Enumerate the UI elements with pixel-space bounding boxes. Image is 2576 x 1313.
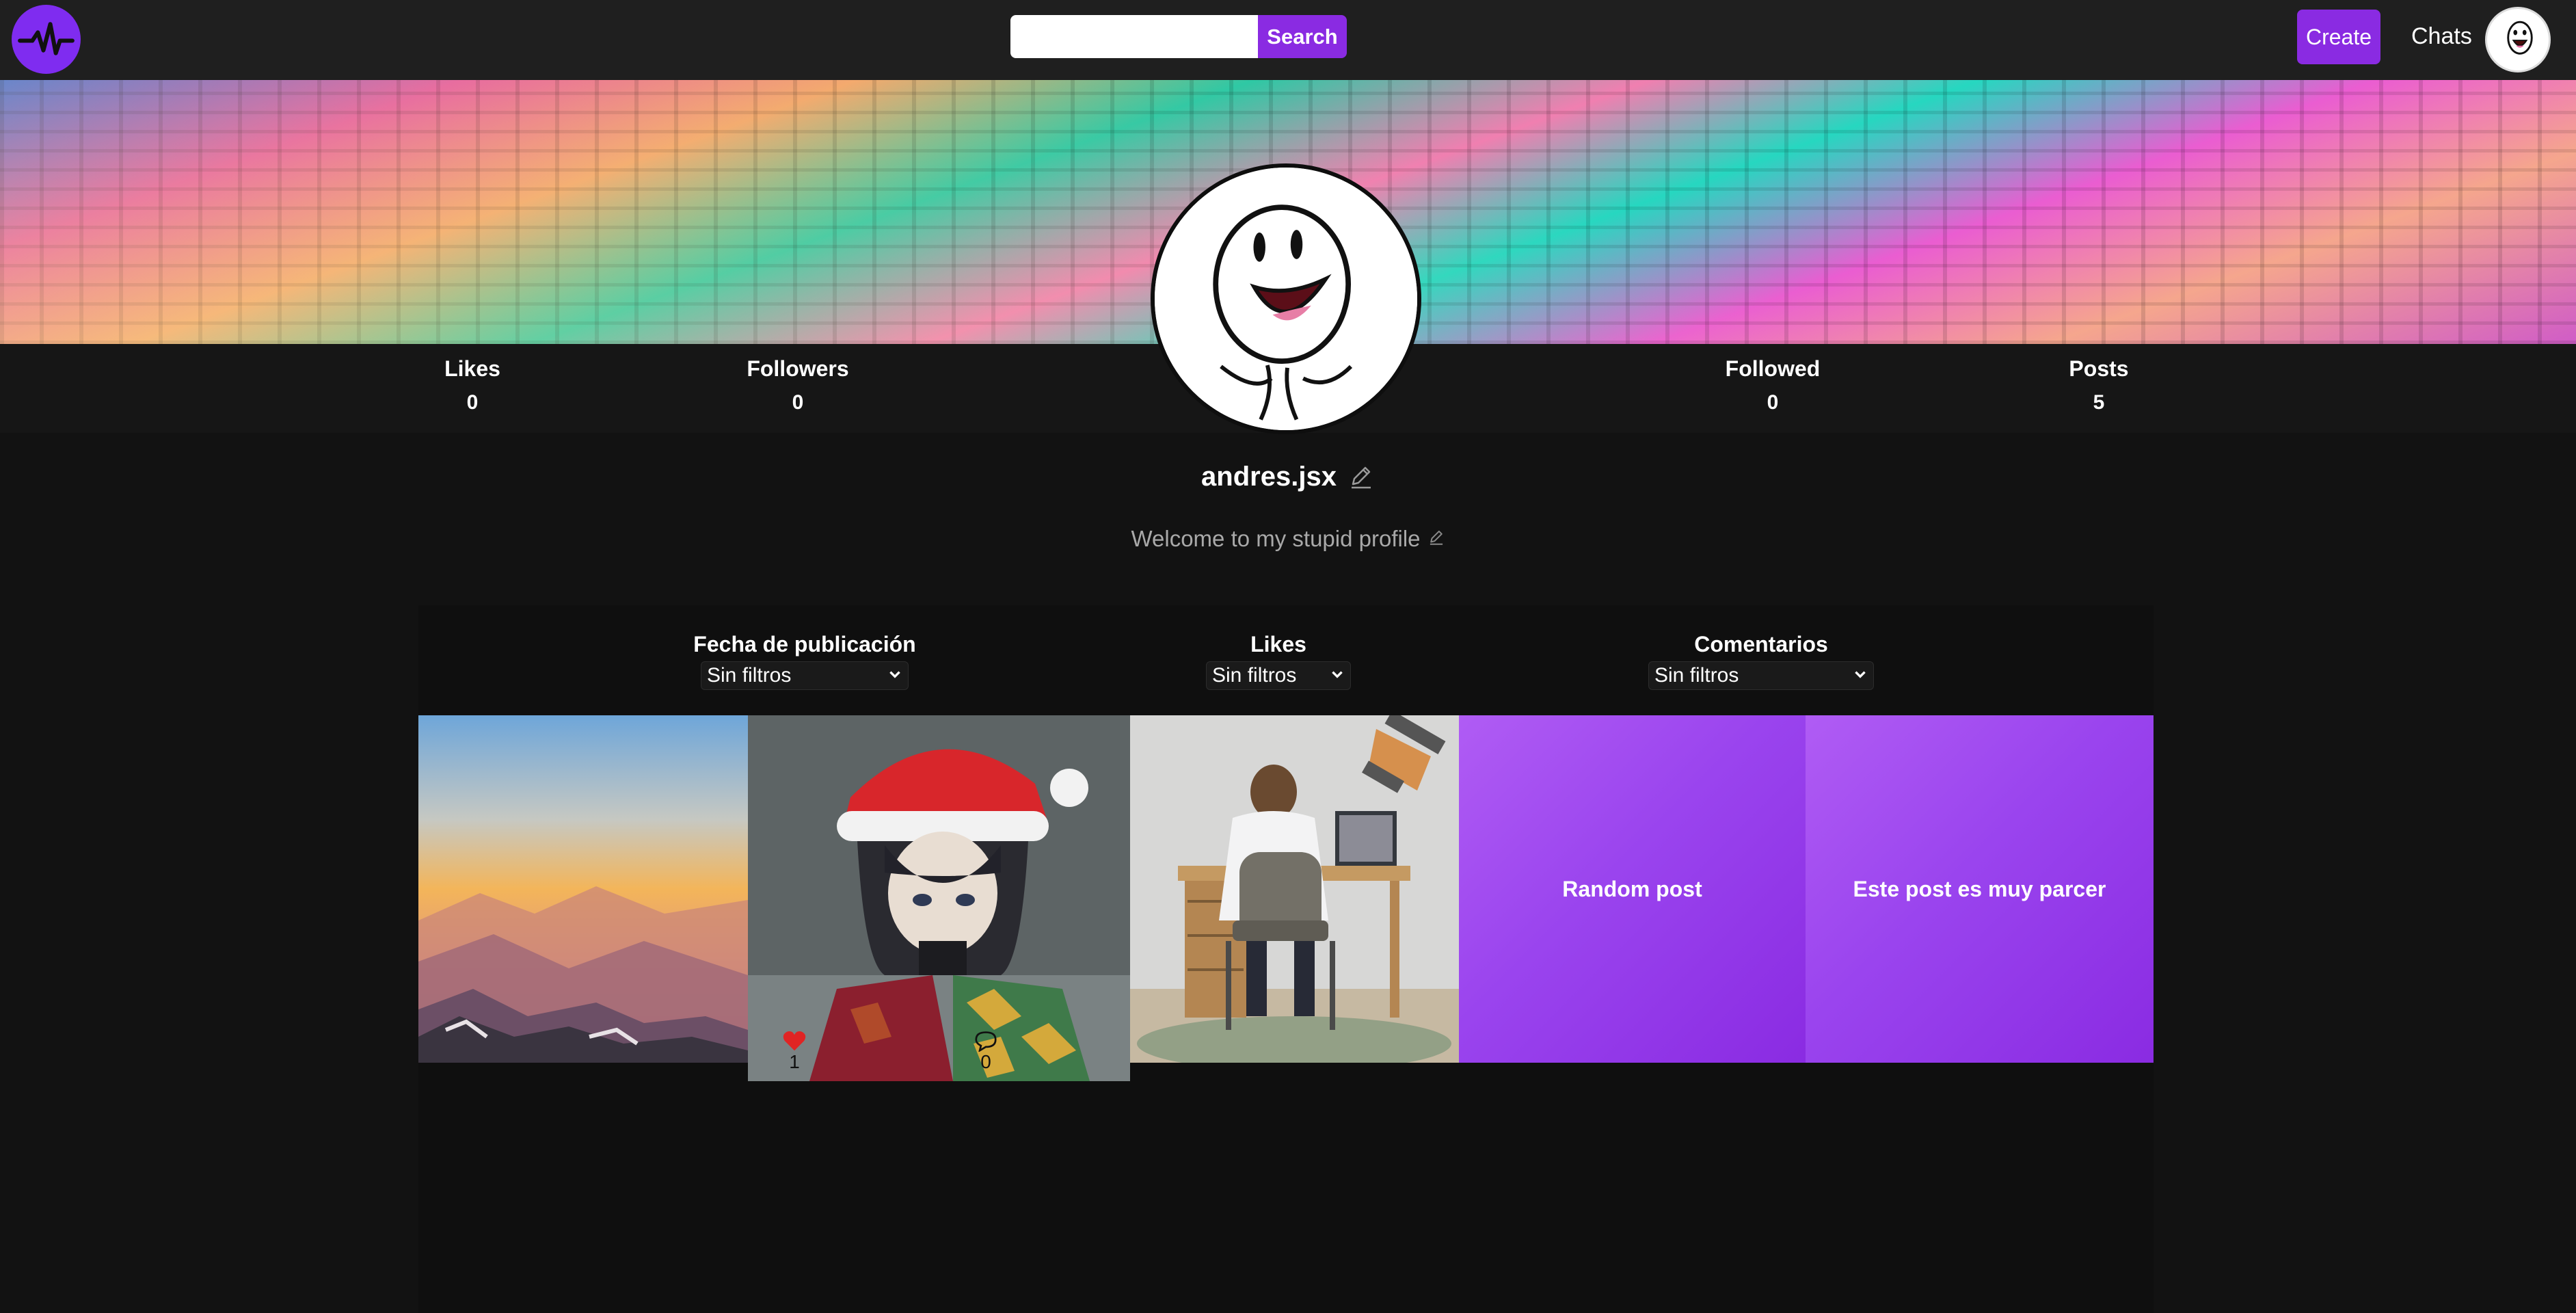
create-button[interactable]: Create xyxy=(2297,10,2380,64)
post-text: Random post xyxy=(1562,876,1702,901)
stat-followers-label: Followers xyxy=(747,356,849,381)
post-item[interactable]: Random post xyxy=(1459,715,1806,1063)
stat-likes-value: 0 xyxy=(466,391,479,414)
post-comments[interactable]: 0 xyxy=(965,1030,1006,1073)
filter-likes-select[interactable]: Sin filtros xyxy=(1206,661,1351,690)
post-likes-count: 1 xyxy=(789,1051,800,1072)
username: andres.jsx xyxy=(1201,462,1337,492)
stat-followed-label: Followed xyxy=(1725,356,1821,381)
stat-likes-label: Likes xyxy=(444,356,500,381)
stat-likes: Likes 0 xyxy=(377,356,568,414)
post-item[interactable]: Este post es muy parcer xyxy=(1806,715,2154,1063)
search-button[interactable]: Search xyxy=(1258,15,1347,58)
profile-avatar[interactable] xyxy=(1151,163,1421,434)
chevron-down-icon xyxy=(1853,664,1868,687)
filter-comments-label: Comentarios xyxy=(1694,632,1828,656)
chevron-down-icon xyxy=(887,664,902,687)
chevron-down-icon xyxy=(1330,664,1345,687)
filter-date-label: Fecha de publicación xyxy=(693,632,916,656)
filter-comments-value: Sin filtros xyxy=(1654,664,1739,687)
heart-icon xyxy=(783,1031,806,1051)
filter-date-value: Sin filtros xyxy=(707,664,792,687)
stat-followed-value: 0 xyxy=(1767,391,1779,414)
stat-posts-label: Posts xyxy=(2069,356,2129,381)
post-comments-count: 0 xyxy=(980,1051,991,1072)
post-item[interactable] xyxy=(1130,715,1459,1063)
chats-link[interactable]: Chats xyxy=(2411,23,2472,50)
stat-posts: Posts 5 xyxy=(2003,356,2195,414)
post-item[interactable]: 1 0 xyxy=(748,715,1130,1081)
user-avatar[interactable] xyxy=(2485,7,2551,72)
navbar: Search Create Chats xyxy=(0,0,2576,80)
stat-followers-value: 0 xyxy=(792,391,804,414)
filter-comments: Comentarios Sin filtros xyxy=(1646,632,1876,690)
pulse-icon[interactable] xyxy=(12,5,81,74)
filter-comments-select[interactable]: Sin filtros xyxy=(1648,661,1874,690)
filter-likes-value: Sin filtros xyxy=(1212,664,1297,687)
post-text: Este post es muy parcer xyxy=(1853,876,2106,901)
post-likes[interactable]: 1 xyxy=(774,1030,815,1073)
stat-posts-value: 5 xyxy=(2093,391,2105,414)
bio-row: Welcome to my stupid profile xyxy=(1083,526,1493,552)
stat-followers[interactable]: Followers 0 xyxy=(702,356,894,414)
search-bar: Search xyxy=(1010,15,1347,58)
post-item[interactable] xyxy=(418,715,748,1063)
pencil-icon[interactable] xyxy=(1347,464,1375,491)
filter-likes-label: Likes xyxy=(1250,632,1306,656)
stat-followed[interactable]: Followed 0 xyxy=(1677,356,1868,414)
username-row: andres.jsx xyxy=(1151,462,1425,492)
pencil-icon[interactable] xyxy=(1427,529,1445,550)
bio-text: Welcome to my stupid profile xyxy=(1131,526,1421,551)
filter-date: Fecha de publicación Sin filtros xyxy=(693,632,916,690)
search-input[interactable] xyxy=(1010,15,1258,58)
speech-bubble-icon xyxy=(975,1031,997,1053)
filter-date-select[interactable]: Sin filtros xyxy=(701,661,909,690)
filter-likes: Likes Sin filtros xyxy=(1196,632,1360,690)
